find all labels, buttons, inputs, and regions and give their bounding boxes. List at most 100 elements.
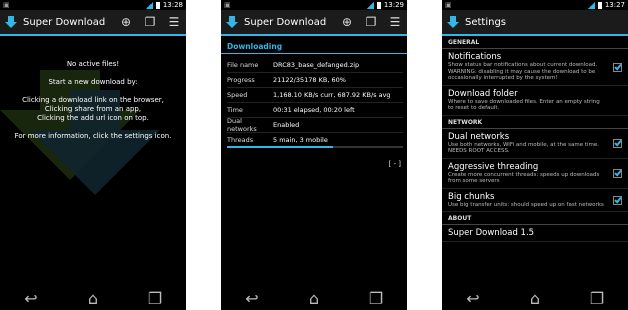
row-key: Speed bbox=[227, 91, 248, 99]
settings-title: Settings bbox=[465, 16, 507, 28]
notification-icon: ▣ bbox=[445, 1, 452, 9]
pref-summary: Show status bar notifications about curr… bbox=[448, 62, 598, 81]
signal-icon bbox=[366, 1, 374, 9]
section-network: NETWORK bbox=[442, 116, 628, 129]
home-icon[interactable]: ⌂ bbox=[82, 289, 104, 308]
app-icon[interactable] bbox=[446, 15, 460, 29]
no-files-text: No active files! bbox=[66, 60, 120, 68]
signal-icon bbox=[587, 1, 595, 9]
row-key: File name bbox=[227, 61, 259, 69]
pref-summary: Create more concurrent threads: speeds u… bbox=[448, 171, 600, 185]
clock: 13:28 bbox=[162, 1, 183, 9]
action-bar: Settings bbox=[442, 10, 628, 36]
screen-main: ▣ 13:28 Super Download ⊕ ❐ ☰ No active f… bbox=[0, 0, 186, 310]
pref-about[interactable]: Super Download 1.5 bbox=[442, 225, 628, 242]
pref-aggressive-threading[interactable]: Aggressive threading Create more concurr… bbox=[442, 159, 628, 189]
hint-share: Clicking share from an app, bbox=[44, 105, 142, 113]
nav-bar: ↩ ⌂ ❐ bbox=[442, 286, 628, 310]
status-bar: ▣ 13:27 bbox=[442, 0, 628, 10]
home-icon[interactable]: ⌂ bbox=[524, 289, 546, 308]
pref-download-folder[interactable]: Download folder Where to save downloaded… bbox=[442, 86, 628, 116]
screen-settings: ▣ 13:27 Settings GENERAL Notifications S… bbox=[442, 0, 628, 310]
pref-summary: Where to save downloaded files. Enter an… bbox=[448, 98, 600, 112]
row-value: Enabled bbox=[273, 121, 300, 129]
dual-networks-checkbox[interactable] bbox=[613, 139, 622, 148]
row-key: Time bbox=[227, 106, 243, 114]
app-icon bbox=[5, 16, 17, 28]
pref-summary: Use both networks, WiFi and mobile, at t… bbox=[448, 141, 600, 155]
aggressive-threading-checkbox[interactable] bbox=[613, 169, 622, 178]
pref-title: Dual networks bbox=[448, 131, 510, 142]
settings-icon[interactable]: ☰ bbox=[387, 14, 403, 30]
open-window-icon[interactable]: ❐ bbox=[363, 14, 379, 30]
downloading-header: Downloading bbox=[227, 42, 283, 51]
open-window-icon[interactable]: ❐ bbox=[142, 14, 158, 30]
clock: 13:29 bbox=[383, 1, 404, 9]
app-title: Super Download bbox=[244, 16, 327, 28]
pref-dual-networks[interactable]: Dual networks Use both networks, WiFi an… bbox=[442, 129, 628, 159]
home-icon[interactable]: ⌂ bbox=[303, 289, 325, 308]
section-about: ABOUT bbox=[442, 212, 628, 225]
collapse-button[interactable]: [ - ] bbox=[389, 160, 401, 168]
row-value: 1,168.10 KB/s curr, 687.92 KB/s avg bbox=[273, 91, 391, 99]
back-icon[interactable]: ↩ bbox=[241, 289, 263, 308]
section-general: GENERAL bbox=[442, 36, 628, 49]
download-info-table: File name DRC83_base_defanged.zip Progres… bbox=[227, 58, 403, 148]
table-row: Dual networks Enabled bbox=[227, 117, 403, 133]
pref-title: Notifications bbox=[448, 52, 502, 62]
clock: 13:27 bbox=[604, 1, 625, 9]
status-bar: ▣ 13:29 bbox=[221, 0, 407, 10]
app-title: Super Download bbox=[23, 16, 106, 28]
row-value: DRC83_base_defanged.zip bbox=[273, 61, 360, 69]
battery-icon bbox=[376, 1, 381, 9]
back-icon[interactable]: ↩ bbox=[20, 289, 42, 308]
table-row: File name DRC83_base_defanged.zip bbox=[227, 58, 403, 73]
table-row: Speed 1,168.10 KB/s curr, 687.92 KB/s avg bbox=[227, 88, 403, 103]
pref-title: Big chunks bbox=[448, 191, 495, 202]
hint-browser: Clicking a download link on the browser, bbox=[22, 96, 164, 104]
recents-icon[interactable]: ❐ bbox=[586, 289, 608, 308]
battery-icon bbox=[155, 1, 160, 9]
add-url-icon[interactable]: ⊕ bbox=[339, 14, 355, 30]
signal-icon bbox=[145, 1, 153, 9]
action-bar: Super Download ⊕ ❐ ☰ bbox=[221, 10, 407, 36]
settings-icon[interactable]: ☰ bbox=[166, 14, 182, 30]
back-icon[interactable]: ↩ bbox=[462, 289, 484, 308]
add-url-icon[interactable]: ⊕ bbox=[118, 14, 134, 30]
row-value: 21122/35178 KB, 60% bbox=[273, 76, 346, 84]
recents-icon[interactable]: ❐ bbox=[365, 289, 387, 308]
row-value: 5 main, 3 mobile bbox=[273, 136, 328, 144]
battery-icon bbox=[597, 1, 602, 9]
about-title: Super Download 1.5 bbox=[448, 228, 535, 238]
status-bar: ▣ 13:28 bbox=[0, 0, 186, 10]
divider bbox=[221, 53, 407, 54]
empty-state-message: No active files! Start a new download by… bbox=[0, 60, 186, 141]
app-icon bbox=[226, 16, 238, 28]
hint-add-url: Clicking the add url icon on top. bbox=[37, 114, 149, 122]
settings-list: GENERAL Notifications Show status bar no… bbox=[442, 36, 628, 242]
pref-summary: Use big transfer units: should speed up … bbox=[448, 201, 604, 208]
notifications-checkbox[interactable] bbox=[613, 62, 622, 72]
nav-bar: ↩ ⌂ ❐ bbox=[221, 286, 407, 310]
pref-title: Download folder bbox=[448, 88, 518, 99]
start-text: Start a new download by: bbox=[48, 78, 138, 86]
action-bar: Super Download ⊕ ❐ ☰ bbox=[0, 10, 186, 36]
big-chunks-checkbox[interactable] bbox=[613, 195, 622, 205]
nav-bar: ↩ ⌂ ❐ bbox=[0, 286, 186, 310]
download-progress-bar bbox=[227, 146, 403, 148]
row-value: 00:31 elapsed, 00:20 left bbox=[273, 106, 355, 114]
notification-icon: ▣ bbox=[3, 1, 10, 9]
hint-settings: For more information, click the settings… bbox=[14, 132, 172, 140]
notification-icon: ▣ bbox=[224, 1, 231, 9]
pref-big-chunks[interactable]: Big chunks Use big transfer units: shoul… bbox=[442, 189, 628, 212]
row-key: Progress bbox=[227, 76, 255, 84]
row-key: Threads bbox=[227, 136, 254, 144]
row-key: Dual networks bbox=[227, 117, 257, 133]
recents-icon[interactable]: ❐ bbox=[144, 289, 166, 308]
pref-notifications[interactable]: Notifications Show status bar notificati… bbox=[442, 49, 628, 86]
pref-title: Aggressive threading bbox=[448, 161, 539, 172]
progress-fill bbox=[227, 146, 333, 148]
screen-downloading: ▣ 13:29 Super Download ⊕ ❐ ☰ Downloading… bbox=[221, 0, 407, 310]
table-row: Time 00:31 elapsed, 00:20 left bbox=[227, 103, 403, 118]
table-row: Progress 21122/35178 KB, 60% bbox=[227, 73, 403, 88]
